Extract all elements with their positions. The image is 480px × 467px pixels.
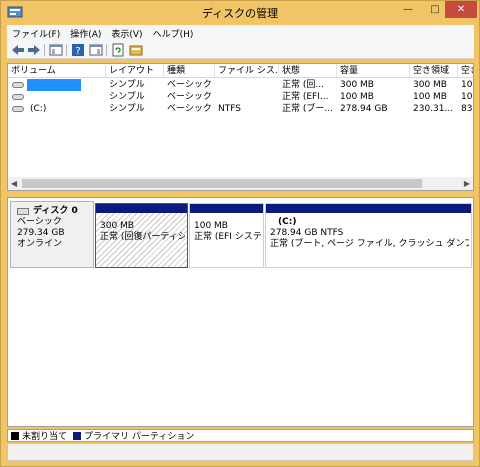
back-arrow-icon[interactable] [11, 43, 25, 57]
menu-help[interactable]: ヘルプ(H) [148, 27, 199, 40]
volume-layout: シンプル [109, 104, 145, 114]
column-status[interactable]: 状態 [279, 64, 337, 78]
partition-efi[interactable]: 100 MB 正常 (EFI システム パーティション) [189, 203, 264, 268]
volume-capacity: 300 MB [340, 80, 374, 90]
volume-free-space: 100 MB [413, 92, 447, 102]
disk-wizard-icon[interactable] [129, 43, 143, 57]
volume-status: 正常 (ブー... [282, 104, 333, 114]
column-percent-free[interactable]: 空き [458, 64, 473, 78]
refresh-icon[interactable] [111, 43, 125, 57]
partition-description: 正常 (EFI システム パーティション) [194, 232, 261, 242]
column-type[interactable]: 種類 [164, 64, 215, 78]
volume-filesystem [215, 91, 279, 103]
menu-file[interactable]: ファイル(F) [7, 27, 65, 40]
partition-size: 300 MB [100, 221, 134, 231]
legend: 未割り当て プライマリ パーティション [7, 429, 474, 442]
minimize-icon: — [403, 4, 413, 15]
maximize-icon: □ [430, 4, 440, 15]
minimize-button[interactable]: — [395, 1, 421, 18]
disk-status: オンライン [17, 239, 63, 249]
volume-name-selected[interactable] [27, 79, 81, 91]
partition-bar [96, 204, 187, 213]
volume-free-space: 300 MB [413, 80, 447, 90]
partition-size: 100 MB [194, 221, 228, 231]
volume-free-space: 230.31... [413, 104, 454, 114]
volume-type: ベーシック [167, 92, 212, 102]
partition-description: 正常 (ブート, ページ ファイル, クラッシュ ダンプ, プライマリ パーティ… [270, 239, 469, 249]
scroll-left-icon[interactable]: ◀ [8, 177, 20, 190]
toolbar-separator [66, 44, 67, 56]
volume-percent-free: 100 [461, 80, 473, 90]
legend-swatch [11, 431, 19, 440]
help-icon[interactable]: ? [71, 43, 85, 57]
drive-icon [12, 106, 24, 112]
legend-item-primary: プライマリ パーティション [73, 429, 194, 442]
drive-icon [12, 82, 24, 88]
volume-list: ボリューム レイアウト 種類 ファイル シス... 状態 容量 空き領域 空き … [7, 63, 474, 191]
disk-management-window: ディスクの管理 — □ ✕ ファイル(F) 操作(A) 表示(V) ヘルプ(H) [0, 0, 480, 467]
scroll-right-icon[interactable]: ▶ [461, 177, 473, 190]
forward-arrow-icon[interactable] [27, 43, 41, 57]
volume-layout: シンプル [109, 80, 145, 90]
column-filesystem[interactable]: ファイル シス... [215, 64, 279, 78]
close-icon: ✕ [456, 4, 466, 15]
menu-bar: ファイル(F) 操作(A) 表示(V) ヘルプ(H) [7, 25, 474, 41]
volume-layout: シンプル [109, 92, 145, 102]
column-volume[interactable]: ボリューム [8, 64, 106, 78]
disk-name-row: ディスク 0 [17, 206, 93, 217]
volume-type: ベーシック [167, 80, 212, 90]
horizontal-scrollbar[interactable]: ◀ ▶ [8, 177, 473, 190]
volume-filesystem: NTFS [218, 104, 241, 114]
column-free-space[interactable]: 空き領域 [410, 64, 458, 78]
disk-info[interactable]: ディスク 0 ベーシック 279.34 GB オンライン [10, 201, 94, 268]
partition-title: (C:) [278, 217, 297, 227]
disk-type: ベーシック [17, 217, 62, 227]
partition-c-drive[interactable]: (C:) 278.94 GB NTFS 正常 (ブート, ページ ファイル, ク… [265, 203, 472, 268]
toolbar: ? [7, 41, 474, 59]
disk-name: ディスク 0 [33, 206, 78, 216]
partition-bar [266, 204, 471, 213]
legend-swatch [73, 431, 82, 440]
volume-type: ベーシック [167, 104, 212, 114]
title-bar[interactable]: ディスクの管理 — □ ✕ [1, 1, 479, 25]
menu-view[interactable]: 表示(V) [106, 27, 147, 40]
toolbar-separator [106, 44, 107, 56]
legend-item-unallocated: 未割り当て [11, 429, 67, 442]
volume-capacity: 278.94 GB [340, 104, 388, 114]
console-tree-icon[interactable] [49, 43, 63, 57]
volume-row[interactable]: (C:) シンプル ベーシック NTFS 正常 (ブー... 278.94 GB… [8, 103, 473, 115]
menu-action[interactable]: 操作(A) [65, 27, 106, 40]
close-button[interactable]: ✕ [445, 1, 477, 18]
volume-row[interactable]: シンプル ベーシック 正常 (回... 300 MB 300 MB 100 [8, 79, 473, 91]
status-bar [7, 443, 474, 461]
properties-icon[interactable] [89, 43, 103, 57]
partition-description: 正常 (回復パーティション) [100, 232, 185, 242]
disk-icon [17, 208, 29, 215]
disk-graphical-view: ディスク 0 ベーシック 279.34 GB オンライン 300 MB 正常 (… [7, 197, 474, 427]
volume-list-header: ボリューム レイアウト 種類 ファイル シス... 状態 容量 空き領域 空き [8, 64, 473, 78]
scrollbar-thumb[interactable] [22, 179, 422, 188]
volume-percent-free: 100 [461, 92, 473, 102]
partition-body: 300 MB 正常 (回復パーティション) [98, 215, 185, 265]
toolbar-separator [44, 44, 45, 56]
svg-text:?: ? [75, 46, 80, 57]
volume-percent-free: 83 [461, 104, 473, 114]
column-capacity[interactable]: 容量 [337, 64, 410, 78]
partition-size: 278.94 GB NTFS [270, 228, 344, 238]
drive-icon [12, 94, 24, 100]
column-layout[interactable]: レイアウト [106, 64, 164, 78]
volume-status: 正常 (回... [282, 80, 324, 90]
volume-status: 正常 (EFI... [282, 92, 329, 102]
partition-body: (C:) 278.94 GB NTFS 正常 (ブート, ページ ファイル, ク… [268, 215, 469, 265]
legend-label: 未割り当て [22, 432, 68, 442]
disk-size: 279.34 GB [17, 228, 65, 238]
volume-name: (C:) [30, 104, 47, 114]
volume-row[interactable]: シンプル ベーシック 正常 (EFI... 100 MB 100 MB 100 [8, 91, 473, 103]
partition-recovery[interactable]: 300 MB 正常 (回復パーティション) [95, 203, 188, 268]
partition-body: 100 MB 正常 (EFI システム パーティション) [192, 215, 261, 265]
legend-label: プライマリ パーティション [84, 432, 195, 442]
volume-filesystem [215, 79, 279, 91]
volume-capacity: 100 MB [340, 92, 374, 102]
partition-bar [190, 204, 263, 213]
